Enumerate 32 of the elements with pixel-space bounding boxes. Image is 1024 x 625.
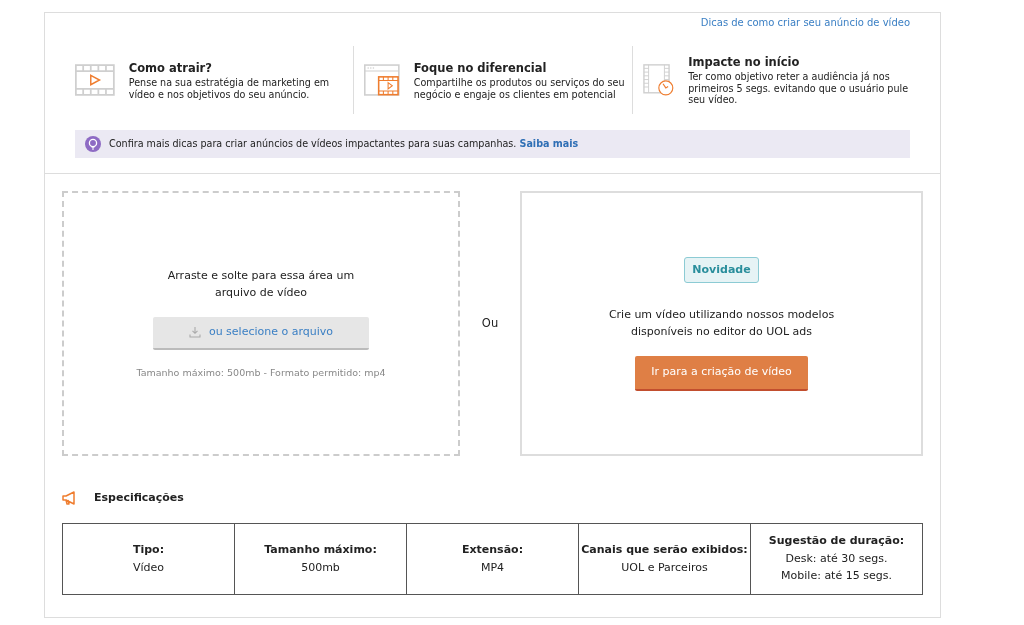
select-file-button[interactable]: ou selecione o arquivo xyxy=(153,316,369,350)
drop-zone[interactable]: Arraste e solte para essa área um arquivo de vídeo ou selecione o arquivo Tamanho máximo: 500mb - Formato permitido: mp4 xyxy=(62,191,460,456)
spec-value: Desk: até 30 segs. xyxy=(784,550,889,567)
spec-label: Tamanho máximo: xyxy=(263,541,378,558)
section-title: Especificações xyxy=(94,490,184,506)
drop-instruction: Arraste e solte para essa área um arquivo de vídeo xyxy=(166,267,356,301)
spec-value: 500mb xyxy=(300,559,341,576)
download-icon xyxy=(188,326,201,339)
create-video-button[interactable]: Ir para a criação de vídeo xyxy=(635,356,808,391)
or-text: Ou xyxy=(480,314,500,332)
spec-label: Extensão: xyxy=(460,541,525,558)
learn-more-link[interactable]: Saiba mais xyxy=(519,137,579,149)
tip-title: Foque no diferencial xyxy=(413,59,548,77)
help-link[interactable]: Dicas de como criar seu anúncio de vídeo xyxy=(700,15,910,30)
tip-description: Ter como objetivo reter a audiência já nos primeiros 5 segs. evitando que o usuário pule seu vídeo. xyxy=(688,71,910,106)
new-badge: Novidade xyxy=(684,256,759,283)
spec-value: UOL e Parceiros xyxy=(620,559,709,576)
spec-label: Canais que serão exibidos: xyxy=(580,541,749,558)
lightbulb-icon xyxy=(85,136,101,152)
create-description: Crie um vídeo utilizando nossos modelos disponíveis no editor do UOL ads xyxy=(607,307,836,340)
tip-description: Compartilhe os produtos ou serviços do seu negócio e engaje os clientes em potencial xyxy=(413,77,626,101)
tip-title: Como atrair? xyxy=(128,59,213,77)
file-limits-text: Tamanho máximo: 500mb - Formato permitido: mp4 xyxy=(136,365,386,380)
spec-value: Vídeo xyxy=(131,559,166,576)
banner-text: Confira mais dicas para criar anúncios de vídeos impactantes para suas campanhas. Saiba mais xyxy=(109,136,579,151)
spec-label: Tipo: xyxy=(131,541,166,558)
spec-value: Mobile: até 15 segs. xyxy=(780,568,893,585)
tip-description: Pense na sua estratégia de marketing em vídeo e nos objetivos do seu anúncio. xyxy=(128,77,331,101)
spec-value: MP4 xyxy=(479,559,506,576)
spec-label: Sugestão de duração: xyxy=(767,533,906,550)
tip-title: Impacte no início xyxy=(688,54,801,72)
megaphone-icon xyxy=(62,491,78,506)
